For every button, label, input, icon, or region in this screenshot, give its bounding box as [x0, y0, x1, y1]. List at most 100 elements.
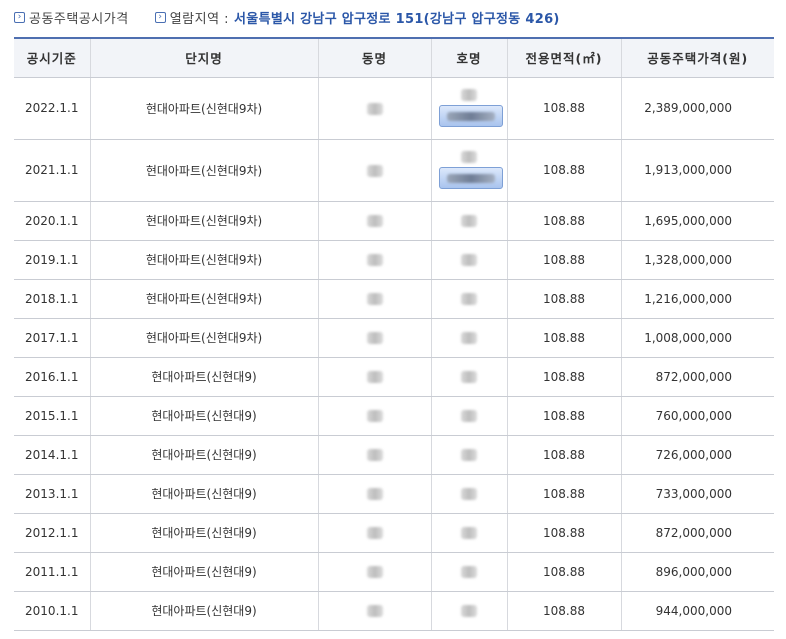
cell-date: 2022.1.1 [14, 77, 90, 140]
section-label: 공동주택공시가격 [29, 11, 129, 27]
cell-dong [317, 240, 431, 280]
cell-complex: 현대아파트(신현대9) [89, 552, 318, 592]
cell-dong [317, 552, 431, 592]
cell-price: 1,008,000,000 [620, 318, 774, 358]
cell-area: 108.88 [506, 396, 621, 436]
redacted-ho [461, 527, 477, 539]
cell-dong [317, 139, 431, 202]
cell-dong [317, 396, 431, 436]
redacted-ho [461, 566, 477, 578]
redacted-dong [366, 102, 383, 115]
redacted-dong [366, 293, 383, 305]
redacted-ho [461, 293, 477, 305]
header-date: 공시기준 [14, 37, 90, 78]
redacted-ho [461, 254, 477, 266]
table-row: 2017.1.1 현대아파트(신현대9차) 108.88 1,008,000,000 [14, 318, 774, 358]
cell-price: 872,000,000 [620, 513, 774, 553]
cell-price: 872,000,000 [620, 357, 774, 397]
cell-dong [317, 279, 431, 319]
cell-area: 108.88 [506, 201, 621, 241]
cell-complex: 현대아파트(신현대9) [89, 474, 318, 514]
table-row: 2010.1.1 현대아파트(신현대9) 108.88 944,000,000 [14, 591, 774, 631]
ho-detail-button[interactable] [439, 167, 503, 189]
redacted-ho [461, 410, 477, 422]
cell-date: 2015.1.1 [14, 396, 90, 436]
cell-ho [430, 435, 507, 475]
table-row: 2016.1.1 현대아파트(신현대9) 108.88 872,000,000 [14, 357, 774, 397]
redacted-dong [366, 332, 383, 344]
region-crumb: › 열람지역 : 서울특별시 강남구 압구정로 151(강남구 압구정동 426… [154, 8, 560, 27]
redacted-button-label [447, 173, 495, 183]
cell-date: 2016.1.1 [14, 357, 90, 397]
redacted-ho [461, 371, 477, 383]
cell-dong [317, 591, 431, 631]
table-row: 2012.1.1 현대아파트(신현대9) 108.88 872,000,000 [14, 513, 774, 553]
table-row: 2015.1.1 현대아파트(신현대9) 108.88 760,000,000 [14, 396, 774, 436]
redacted-ho [461, 332, 477, 344]
cell-date: 2017.1.1 [14, 318, 90, 358]
cell-ho [430, 396, 507, 436]
redacted-ho [461, 488, 477, 500]
cell-area: 108.88 [506, 139, 621, 202]
table-body: 2022.1.1 현대아파트(신현대9차) 108.88 2,389,000,000 2… [14, 77, 774, 631]
cell-complex: 현대아파트(신현대9차) [89, 77, 318, 140]
cell-area: 108.88 [506, 318, 621, 358]
cell-date: 2013.1.1 [14, 474, 90, 514]
cell-date: 2018.1.1 [14, 279, 90, 319]
cell-dong [317, 77, 431, 140]
cell-ho [430, 318, 507, 358]
table-row: 2011.1.1 현대아파트(신현대9) 108.88 896,000,000 [14, 552, 774, 592]
cell-complex: 현대아파트(신현대9차) [89, 201, 318, 241]
cell-dong [317, 435, 431, 475]
cell-complex: 현대아파트(신현대9) [89, 435, 318, 475]
table-row: 2019.1.1 현대아파트(신현대9차) 108.88 1,328,000,000 [14, 240, 774, 280]
cell-ho [430, 139, 507, 202]
redacted-ho [461, 215, 477, 227]
header-complex: 단지명 [89, 37, 318, 78]
section-crumb: › 공동주택공시가격 [14, 8, 129, 27]
cell-ho [430, 357, 507, 397]
redacted-dong [366, 215, 383, 227]
redacted-dong [366, 566, 383, 578]
cell-area: 108.88 [506, 552, 621, 592]
cell-price: 944,000,000 [620, 591, 774, 631]
cell-complex: 현대아파트(신현대9차) [89, 240, 318, 280]
header-dong: 동명 [317, 37, 431, 78]
cell-price: 2,389,000,000 [620, 77, 774, 140]
redacted-button-label [447, 111, 495, 121]
ho-detail-button[interactable] [439, 105, 503, 127]
chevron-right-box-icon: › [154, 11, 166, 23]
cell-price: 733,000,000 [620, 474, 774, 514]
cell-dong [317, 474, 431, 514]
table-row: 2022.1.1 현대아파트(신현대9차) 108.88 2,389,000,000 [14, 77, 774, 140]
cell-ho [430, 201, 507, 241]
redacted-dong [366, 449, 383, 461]
cell-date: 2019.1.1 [14, 240, 90, 280]
cell-ho [430, 474, 507, 514]
redacted-ho [461, 89, 477, 101]
redacted-dong [366, 410, 383, 422]
cell-ho [430, 279, 507, 319]
header-ho: 호명 [430, 37, 507, 78]
cell-complex: 현대아파트(신현대9차) [89, 139, 318, 202]
table-row: 2018.1.1 현대아파트(신현대9차) 108.88 1,216,000,000 [14, 279, 774, 319]
header-area: 전용면적(㎡) [506, 37, 621, 78]
cell-complex: 현대아파트(신현대9) [89, 513, 318, 553]
table-row: 2013.1.1 현대아파트(신현대9) 108.88 733,000,000 [14, 474, 774, 514]
cell-price: 896,000,000 [620, 552, 774, 592]
region-value: 서울특별시 강남구 압구정로 151(강남구 압구정동 426) [234, 11, 560, 27]
cell-date: 2021.1.1 [14, 139, 90, 202]
chevron-right-box-icon: › [14, 11, 25, 23]
cell-complex: 현대아파트(신현대9차) [89, 318, 318, 358]
cell-price: 1,695,000,000 [620, 201, 774, 241]
cell-ho [430, 552, 507, 592]
cell-date: 2011.1.1 [14, 552, 90, 592]
cell-area: 108.88 [506, 513, 621, 553]
cell-dong [317, 357, 431, 397]
cell-area: 108.88 [506, 357, 621, 397]
cell-price: 1,913,000,000 [620, 139, 774, 202]
redacted-ho [461, 449, 477, 461]
cell-area: 108.88 [506, 591, 621, 631]
cell-dong [317, 318, 431, 358]
cell-date: 2020.1.1 [14, 201, 90, 241]
